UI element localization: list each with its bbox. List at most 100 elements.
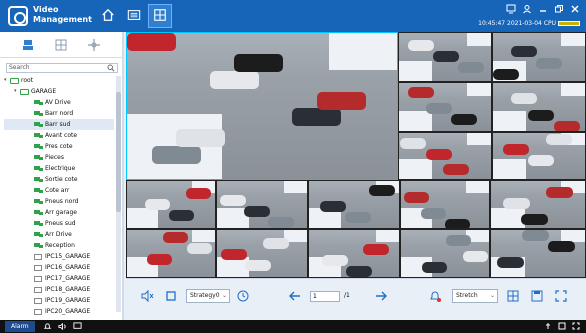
- home-button[interactable]: [96, 4, 120, 28]
- tree-item[interactable]: AV Drive: [4, 97, 114, 108]
- user-icon[interactable]: [522, 4, 532, 14]
- speaker-icon[interactable]: [58, 322, 67, 331]
- camera-feed-tile[interactable]: [308, 180, 400, 229]
- chevron-down-icon: ⌄: [221, 292, 227, 299]
- car: [451, 114, 477, 125]
- camera-feed-tile[interactable]: [398, 82, 492, 132]
- search-input[interactable]: Search: [6, 63, 118, 73]
- tree-item[interactable]: Cote arr: [4, 185, 114, 196]
- save-layout-icon[interactable]: [530, 289, 544, 303]
- snow-patch: [192, 230, 215, 242]
- camera-offline-icon: [34, 253, 43, 260]
- cycle-icon[interactable]: [236, 289, 250, 303]
- snow-patch: [399, 111, 432, 131]
- expand-icon[interactable]: [572, 322, 580, 330]
- tree-group-garage[interactable]: ▾ GARAGE: [4, 86, 114, 97]
- display-icon[interactable]: [73, 322, 82, 331]
- tree-item[interactable]: Electrique: [4, 163, 114, 174]
- camera-feed-tile[interactable]: [400, 180, 490, 229]
- tree-item[interactable]: Pieces: [4, 152, 114, 163]
- next-page-icon[interactable]: [374, 289, 388, 303]
- screen-icon[interactable]: [506, 4, 516, 14]
- tree-item[interactable]: Pneus nord: [4, 196, 114, 207]
- tree-item[interactable]: IPC15_GARAGE: [4, 251, 114, 262]
- camera-feed-tile[interactable]: [216, 180, 308, 229]
- tree-item[interactable]: IPC20_GARAGE: [4, 306, 114, 317]
- camera-feed-tile[interactable]: [126, 32, 398, 180]
- tree-item[interactable]: IPC16_GARAGE: [4, 262, 114, 273]
- tree-item[interactable]: Pres cote: [4, 141, 114, 152]
- camera-feed-tile[interactable]: [126, 180, 216, 229]
- car: [145, 199, 170, 210]
- device-list-button[interactable]: [122, 4, 146, 28]
- car: [445, 219, 470, 228]
- app-title-line2: Management: [33, 15, 92, 24]
- tree-root[interactable]: ▾ root: [4, 75, 114, 86]
- window-icon[interactable]: [558, 322, 566, 330]
- camera-feed-tile[interactable]: [398, 32, 492, 82]
- camera-feed-tile[interactable]: [492, 32, 586, 82]
- minimize-icon[interactable]: [538, 4, 548, 14]
- camera-feed-tile[interactable]: [492, 82, 586, 132]
- ptz-icon[interactable]: [87, 38, 101, 52]
- tree-item[interactable]: Reception: [4, 240, 114, 251]
- camera-feed-tile[interactable]: [398, 132, 492, 180]
- tree-item[interactable]: IPC19_GARAGE: [4, 295, 114, 306]
- sidebar-scroll-thumb[interactable]: [116, 92, 121, 212]
- tree-item[interactable]: Avant cote: [4, 130, 114, 141]
- camera-feed-tile[interactable]: [490, 180, 586, 229]
- stop-icon[interactable]: [164, 289, 178, 303]
- tree-item[interactable]: Barr nord: [4, 108, 114, 119]
- datetime-cpu: 10:45:47 2021-03-04 CPU: [478, 20, 556, 27]
- home-icon: [101, 7, 115, 26]
- stream-value: Stretch: [456, 292, 478, 299]
- device-list-icon: [127, 7, 141, 26]
- tree-item[interactable]: Sortie cote: [4, 174, 114, 185]
- car: [345, 212, 371, 223]
- folder-icon: [20, 88, 29, 95]
- camera-feed-tile[interactable]: [490, 229, 586, 278]
- fullscreen-icon[interactable]: [554, 289, 568, 303]
- tree-item[interactable]: Pneus sud: [4, 218, 114, 229]
- camera-feed-tile[interactable]: [400, 229, 490, 278]
- tree-item-label: Arr garage: [45, 209, 77, 216]
- camera-tree-icon[interactable]: [21, 38, 35, 52]
- car: [503, 144, 529, 155]
- car: [497, 257, 524, 268]
- tree-item[interactable]: IPC18_GARAGE: [4, 284, 114, 295]
- search-icon[interactable]: [107, 64, 115, 72]
- video-wall: [126, 32, 586, 278]
- alarm-button[interactable]: Alarm: [5, 321, 35, 332]
- camera-feed-tile[interactable]: [308, 229, 400, 278]
- tree-item[interactable]: Arr garage: [4, 207, 114, 218]
- snow-patch: [467, 133, 491, 145]
- car: [245, 260, 271, 271]
- pin-icon[interactable]: [544, 322, 552, 330]
- camera-offline-icon: [34, 297, 43, 304]
- camera-online-icon: [34, 231, 43, 238]
- stream-select[interactable]: Stretch ⌄: [452, 289, 498, 303]
- cpu-label: CPU: [543, 20, 556, 27]
- previous-page-icon[interactable]: [288, 289, 302, 303]
- tree-item[interactable]: Barr sud: [4, 119, 114, 130]
- tree-item[interactable]: Arr Drive: [4, 229, 114, 240]
- tree-item-label: Sortie cote: [45, 176, 78, 183]
- camera-feed-tile[interactable]: [126, 229, 216, 278]
- strategy-select[interactable]: Strategy0 ⌄: [186, 289, 230, 303]
- grid-icon[interactable]: [54, 38, 68, 52]
- camera-feed-tile[interactable]: [492, 132, 586, 180]
- snow-patch: [493, 159, 526, 179]
- tree-item[interactable]: IPC17_GARAGE: [4, 273, 114, 284]
- camera-feed-tile[interactable]: [216, 229, 308, 278]
- snow-patch: [467, 33, 491, 46]
- restore-icon[interactable]: [554, 4, 564, 14]
- alarm-bell-icon[interactable]: [428, 289, 442, 303]
- app-title-line1: Video: [33, 5, 59, 14]
- live-view-button[interactable]: [148, 4, 172, 28]
- layout-grid-icon[interactable]: [506, 289, 520, 303]
- camera-online-icon: [34, 99, 43, 106]
- close-icon[interactable]: [570, 4, 580, 14]
- mute-icon[interactable]: [140, 289, 154, 303]
- bell-icon[interactable]: [43, 322, 52, 331]
- page-input[interactable]: 1: [310, 291, 340, 302]
